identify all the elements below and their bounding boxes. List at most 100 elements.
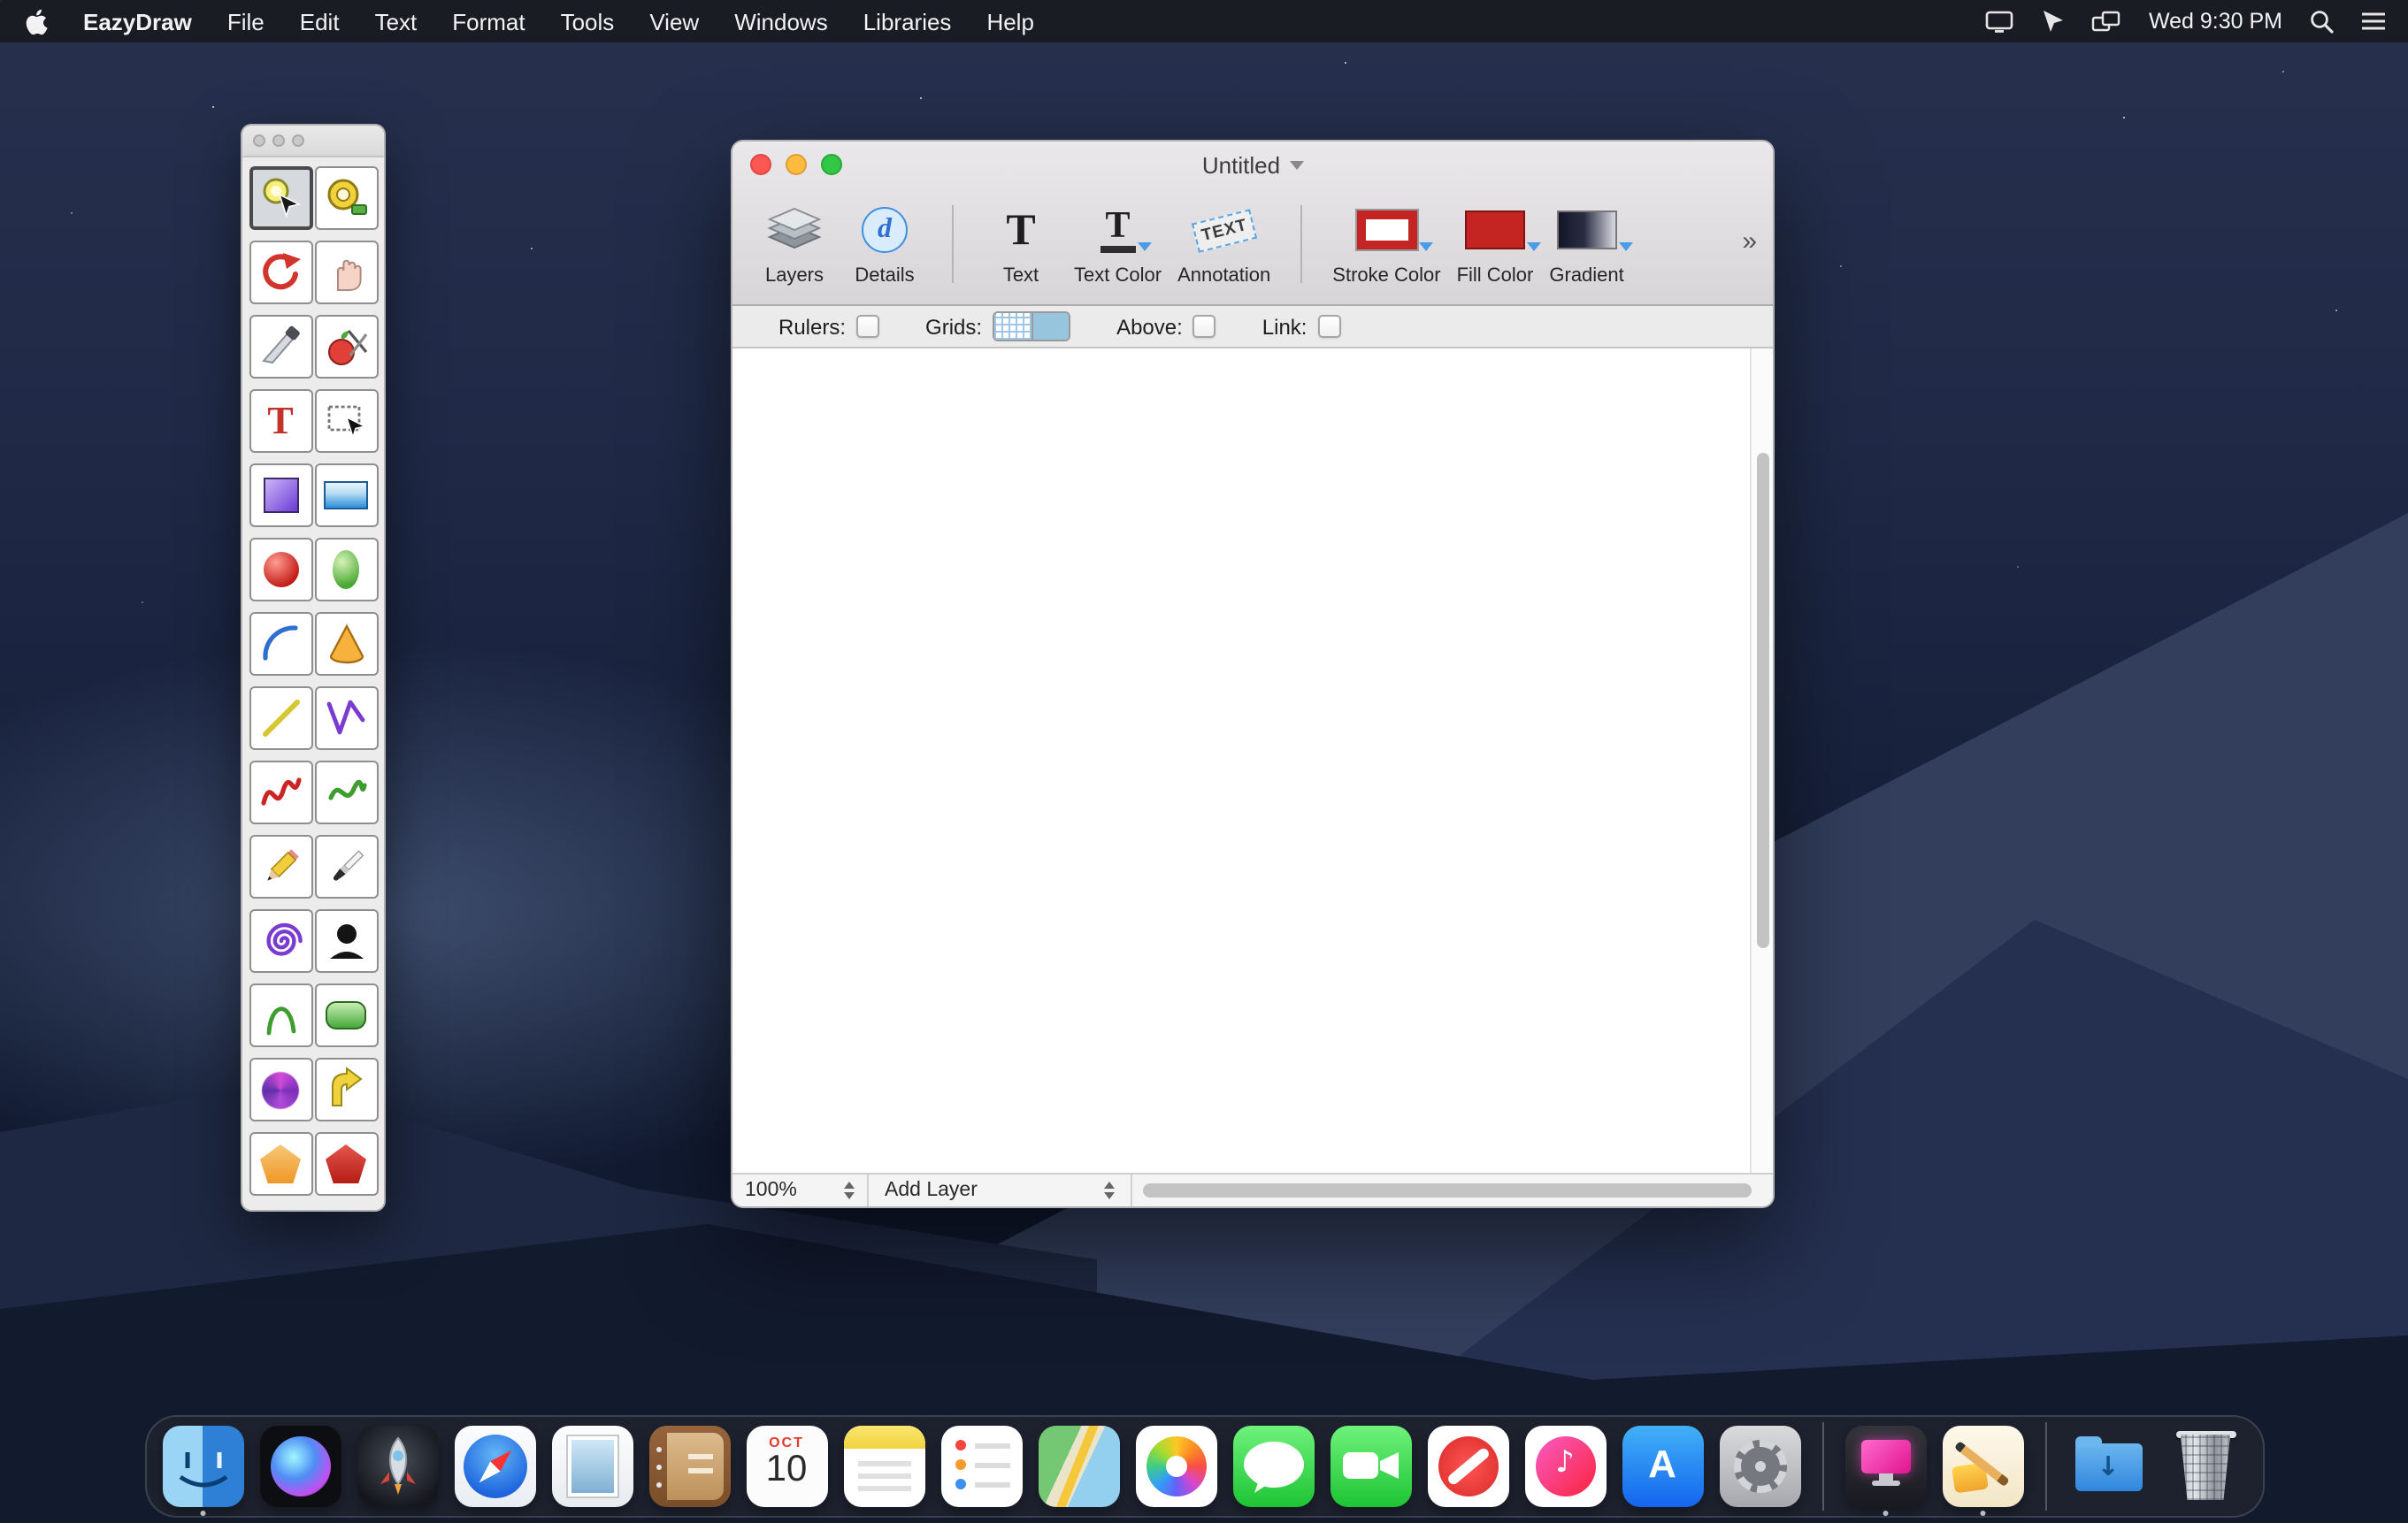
palette-titlebar[interactable] xyxy=(242,126,384,157)
menu-format[interactable]: Format xyxy=(452,8,525,34)
dock-reminders[interactable] xyxy=(940,1426,1022,1507)
rulers-checkbox[interactable] xyxy=(856,315,879,338)
tool-crop[interactable] xyxy=(314,315,378,379)
menu-libraries[interactable]: Libraries xyxy=(863,8,952,34)
toolbar-text-color[interactable]: T Text Color xyxy=(1074,198,1162,287)
tool-text-box[interactable] xyxy=(314,389,378,453)
app-menu[interactable]: EazyDraw xyxy=(83,8,192,34)
notification-center-icon[interactable] xyxy=(2360,11,2387,32)
tool-knife[interactable] xyxy=(249,315,312,379)
titlebar[interactable]: Untitled xyxy=(732,142,1773,188)
spotlight-icon[interactable] xyxy=(2309,9,2334,34)
dock-music[interactable]: ♪ xyxy=(1524,1426,1606,1507)
tool-swirl[interactable] xyxy=(249,1058,312,1121)
tool-arc-segment[interactable] xyxy=(249,983,312,1047)
toolbar-stroke-color[interactable]: Stroke Color xyxy=(1332,198,1440,287)
tool-pencil[interactable] xyxy=(249,835,312,899)
close-button[interactable] xyxy=(750,154,771,175)
toolbar-annotation[interactable]: TEXT Annotation xyxy=(1177,198,1270,287)
dock-app-store[interactable]: A xyxy=(1622,1426,1703,1507)
apple-menu-icon[interactable] xyxy=(25,8,48,34)
zoom-stepper[interactable] xyxy=(844,1176,855,1205)
layer-stepper[interactable] xyxy=(1104,1176,1115,1205)
tool-text[interactable]: T xyxy=(249,389,312,453)
tool-gradient-rectangle[interactable] xyxy=(314,463,378,527)
tool-silhouette[interactable] xyxy=(314,909,378,973)
minimize-button[interactable] xyxy=(786,154,807,175)
toolbar-text[interactable]: T Text xyxy=(984,198,1058,287)
dock-mail[interactable] xyxy=(551,1426,633,1507)
tool-cone[interactable] xyxy=(314,612,378,676)
menu-help[interactable]: Help xyxy=(986,8,1034,34)
dock-siri[interactable] xyxy=(259,1426,341,1507)
horizontal-scrollbar-thumb[interactable] xyxy=(1143,1183,1752,1198)
tool-rounded-rect[interactable] xyxy=(314,983,378,1047)
tool-measure[interactable] xyxy=(314,166,378,230)
horizontal-scrollbar[interactable] xyxy=(1132,1175,1773,1206)
tool-fold-arrow[interactable] xyxy=(314,1058,378,1121)
grid-solid-segment[interactable] xyxy=(1031,313,1069,340)
dock-display-app[interactable] xyxy=(1844,1426,1926,1507)
menu-view[interactable]: View xyxy=(649,8,699,34)
tool-gradient-square[interactable] xyxy=(249,463,312,527)
drawing-canvas[interactable] xyxy=(732,348,1773,1173)
tool-hand[interactable] xyxy=(314,241,378,304)
menu-text[interactable]: Text xyxy=(375,8,418,34)
palette-close-button[interactable] xyxy=(253,134,265,147)
tool-bezier-curve[interactable] xyxy=(314,761,378,824)
vertical-scrollbar-thumb[interactable] xyxy=(1757,453,1769,948)
dock-downloads[interactable]: ↓ xyxy=(2067,1426,2149,1507)
dock-photos[interactable] xyxy=(1135,1426,1216,1507)
toolbar-gradient[interactable]: Gradient xyxy=(1549,198,1623,287)
menu-clock[interactable]: Wed 9:30 PM xyxy=(2149,9,2282,34)
toolbar-overflow-button[interactable]: » xyxy=(1742,226,1757,256)
dock-system-preferences[interactable] xyxy=(1719,1426,1800,1507)
tool-circle[interactable] xyxy=(249,538,312,601)
grid-pattern-segment[interactable] xyxy=(994,313,1031,340)
dock-launchpad[interactable] xyxy=(357,1426,438,1507)
tool-rotate[interactable] xyxy=(249,241,312,304)
dock-calendar[interactable]: OCT 10 xyxy=(746,1426,827,1507)
link-checkbox[interactable] xyxy=(1318,315,1341,338)
tool-polyline[interactable] xyxy=(314,686,378,750)
add-layer-menu[interactable]: Add Layer xyxy=(869,1175,1131,1206)
displays-status-icon[interactable] xyxy=(2092,10,2122,33)
tool-line[interactable] xyxy=(249,686,312,750)
above-checkbox[interactable] xyxy=(1193,315,1216,338)
vertical-scrollbar[interactable] xyxy=(1750,348,1773,1173)
dock-notes[interactable] xyxy=(843,1426,924,1507)
toolbar-details[interactable]: d Details xyxy=(847,198,922,287)
menu-edit[interactable]: Edit xyxy=(300,8,340,34)
palette-minimize-button[interactable] xyxy=(272,134,285,147)
dock-safari[interactable] xyxy=(454,1426,535,1507)
tool-select[interactable] xyxy=(249,166,312,230)
palette-zoom-button[interactable] xyxy=(292,134,304,147)
grids-option: Grids: xyxy=(925,311,1070,341)
menu-tools[interactable]: Tools xyxy=(561,8,615,34)
tool-pentagon[interactable] xyxy=(249,1132,312,1196)
dock-contacts[interactable] xyxy=(648,1426,730,1507)
tool-ellipse[interactable] xyxy=(314,538,378,601)
grids-segmented-control[interactable] xyxy=(993,311,1070,341)
toolbar-layers[interactable]: Layers xyxy=(757,198,832,287)
window-title[interactable]: Untitled xyxy=(1202,151,1303,178)
dock-facetime[interactable] xyxy=(1330,1426,1411,1507)
toolbar-fill-color[interactable]: Fill Color xyxy=(1457,198,1534,287)
dock-news[interactable] xyxy=(1427,1426,1508,1507)
dock-eazydraw[interactable] xyxy=(1942,1426,2023,1507)
menu-file[interactable]: File xyxy=(227,8,265,34)
tool-freehand-curve[interactable] xyxy=(249,761,312,824)
dock-finder[interactable] xyxy=(162,1426,243,1507)
zoom-control[interactable]: 100% xyxy=(732,1175,867,1206)
dock-messages[interactable] xyxy=(1232,1426,1314,1507)
display-status-icon[interactable] xyxy=(1986,10,2014,33)
menu-windows[interactable]: Windows xyxy=(734,8,828,34)
dock-maps[interactable] xyxy=(1038,1426,1119,1507)
tool-spiral[interactable] xyxy=(249,909,312,973)
tool-arc[interactable] xyxy=(249,612,312,676)
dock-trash[interactable] xyxy=(2165,1426,2246,1507)
zoom-button[interactable] xyxy=(821,154,842,175)
tool-brush[interactable] xyxy=(314,835,378,899)
tool-polygon[interactable] xyxy=(314,1132,378,1196)
pointer-status-icon[interactable] xyxy=(2041,9,2066,34)
